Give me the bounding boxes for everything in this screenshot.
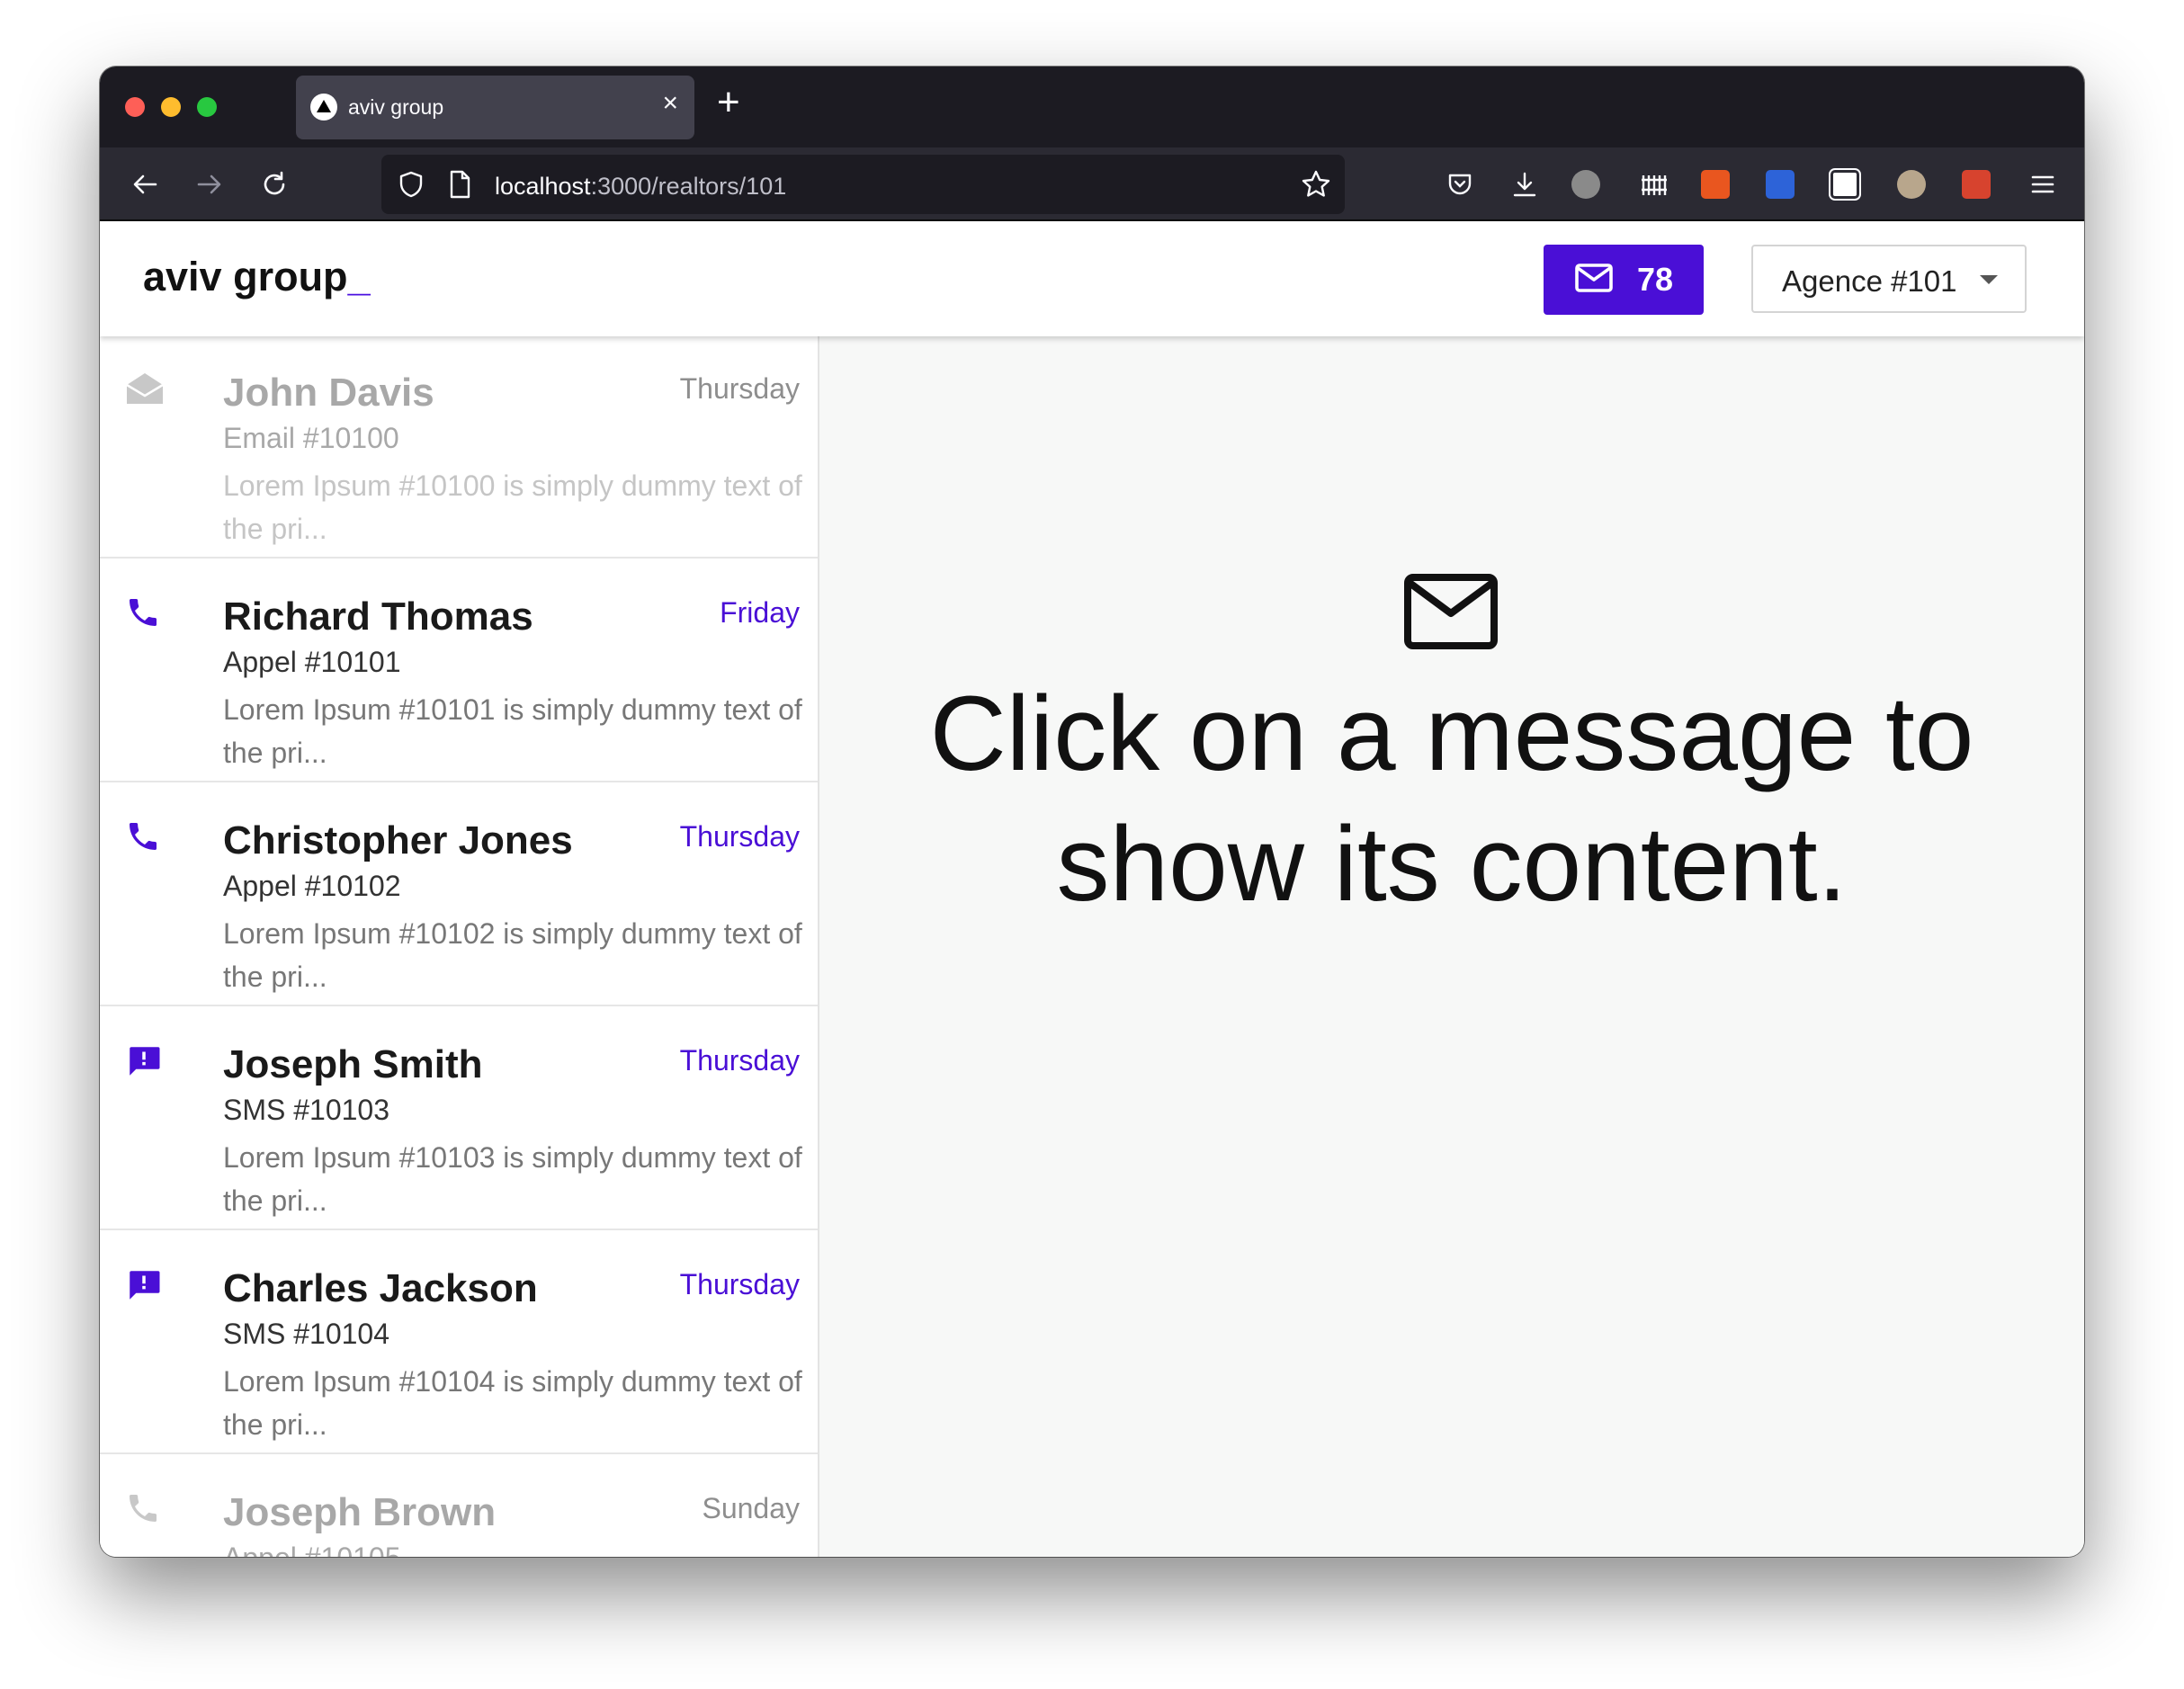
menu-icon[interactable]	[2023, 147, 2063, 221]
mail-icon	[1574, 262, 1614, 299]
unread-messages-button[interactable]: 78	[1544, 245, 1704, 315]
sender-name: Joseph Brown	[223, 1490, 497, 1534]
bookmark-star-icon[interactable]	[1300, 168, 1332, 205]
sms-icon	[125, 1042, 165, 1082]
empty-state-message: Click on a message to show its content.	[929, 675, 1974, 924]
tab-title: aviv group	[348, 95, 444, 119]
message-subject: SMS #10104	[223, 1318, 390, 1350]
caret-down-icon	[1980, 275, 1998, 284]
extension-password-icon[interactable]	[1766, 170, 1795, 199]
logo[interactable]: aviv group_	[143, 254, 371, 300]
agency-select[interactable]: Agence #101	[1751, 245, 2027, 313]
tab-close-button[interactable]: ×	[662, 90, 678, 117]
message-day: Thursday	[679, 1044, 800, 1077]
message-item[interactable]: Christopher Jones Thursday Appel #10102 …	[100, 784, 818, 1006]
sender-name: Richard Thomas	[223, 594, 533, 639]
message-detail-pane: Click on a message to show its content.	[819, 336, 2084, 1557]
extension-translate-icon[interactable]	[1701, 170, 1730, 199]
favicon-icon	[310, 94, 337, 121]
message-subject: Email #10100	[223, 422, 399, 454]
url-text[interactable]: localhost:3000/realtors/101	[495, 173, 786, 201]
minimize-window-button[interactable]	[161, 97, 181, 117]
email-open-icon	[125, 371, 165, 410]
url-host: localhost	[495, 173, 591, 200]
message-preview: Lorem Ipsum #10102 is simply dummy text …	[223, 917, 802, 993]
message-item[interactable]: Joseph Brown Sunday Appel #10105	[100, 1456, 818, 1557]
message-subject: SMS #10103	[223, 1094, 390, 1126]
message-subject: Appel #10102	[223, 870, 401, 902]
phone-icon	[125, 1490, 165, 1530]
message-item[interactable]: Charles Jackson Thursday SMS #10104 Lore…	[100, 1232, 818, 1454]
message-list[interactable]: John Davis Thursday Email #10100 Lorem I…	[100, 336, 819, 1557]
message-subject: Appel #10105	[223, 1542, 401, 1557]
message-day: Sunday	[702, 1492, 800, 1524]
tab-bar: aviv group × +	[100, 67, 2084, 147]
logo-text: aviv group	[143, 254, 348, 299]
sms-icon	[125, 1266, 165, 1306]
zoom-window-button[interactable]	[197, 97, 217, 117]
browser-window: aviv group × + localhost:3000/realtors/1…	[100, 67, 2084, 1557]
message-day: Thursday	[679, 1268, 800, 1300]
download-icon[interactable]	[1505, 147, 1544, 221]
new-tab-button[interactable]: +	[717, 83, 740, 122]
message-item[interactable]: Joseph Smith Thursday SMS #10103 Lorem I…	[100, 1008, 818, 1230]
message-preview: Lorem Ipsum #10103 is simply dummy text …	[223, 1141, 802, 1217]
reload-icon[interactable]	[256, 147, 292, 221]
back-icon[interactable]	[127, 147, 163, 221]
close-window-button[interactable]	[125, 97, 145, 117]
url-path: :3000/realtors/101	[590, 173, 787, 200]
envelope-icon	[1404, 574, 1498, 654]
message-preview: Lorem Ipsum #10101 is simply dummy text …	[223, 693, 802, 769]
message-day: Thursday	[679, 372, 800, 405]
page-icon	[446, 169, 473, 204]
sender-name: Charles Jackson	[223, 1266, 538, 1310]
phone-icon	[125, 594, 165, 634]
forward-icon[interactable]	[192, 147, 228, 221]
logo-cursor: _	[347, 254, 371, 299]
sender-name: John Davis	[223, 371, 434, 415]
sender-name: Christopher Jones	[223, 818, 573, 862]
shield-icon[interactable]	[396, 169, 426, 204]
extension-grid-icon[interactable]	[1634, 147, 1674, 221]
agency-label: Agence #101	[1782, 264, 1957, 298]
message-day: Thursday	[679, 820, 800, 853]
extension-avatar-icon[interactable]	[1571, 170, 1600, 199]
pocket-icon[interactable]	[1440, 147, 1480, 221]
message-preview: Lorem Ipsum #10104 is simply dummy text …	[223, 1365, 802, 1441]
browser-tab[interactable]: aviv group ×	[296, 76, 694, 139]
message-subject: Appel #10101	[223, 646, 401, 678]
url-bar[interactable]: localhost:3000/realtors/101	[381, 155, 1345, 214]
navigation-bar: localhost:3000/realtors/101	[100, 147, 2084, 221]
sender-name: Joseph Smith	[223, 1042, 483, 1086]
phone-icon	[125, 818, 165, 858]
unread-count: 78	[1636, 261, 1674, 298]
app-header: aviv group_ 78 Agence #101	[100, 221, 2084, 336]
extension-glasses-icon[interactable]	[1897, 170, 1926, 199]
extension-paw-icon[interactable]	[1962, 170, 1991, 199]
message-item[interactable]: Richard Thomas Friday Appel #10101 Lorem…	[100, 560, 818, 782]
extension-notion-icon[interactable]	[1829, 168, 1861, 201]
message-item[interactable]: John Davis Thursday Email #10100 Lorem I…	[100, 336, 818, 559]
message-day: Friday	[720, 596, 800, 629]
message-preview: Lorem Ipsum #10100 is simply dummy text …	[223, 469, 802, 545]
